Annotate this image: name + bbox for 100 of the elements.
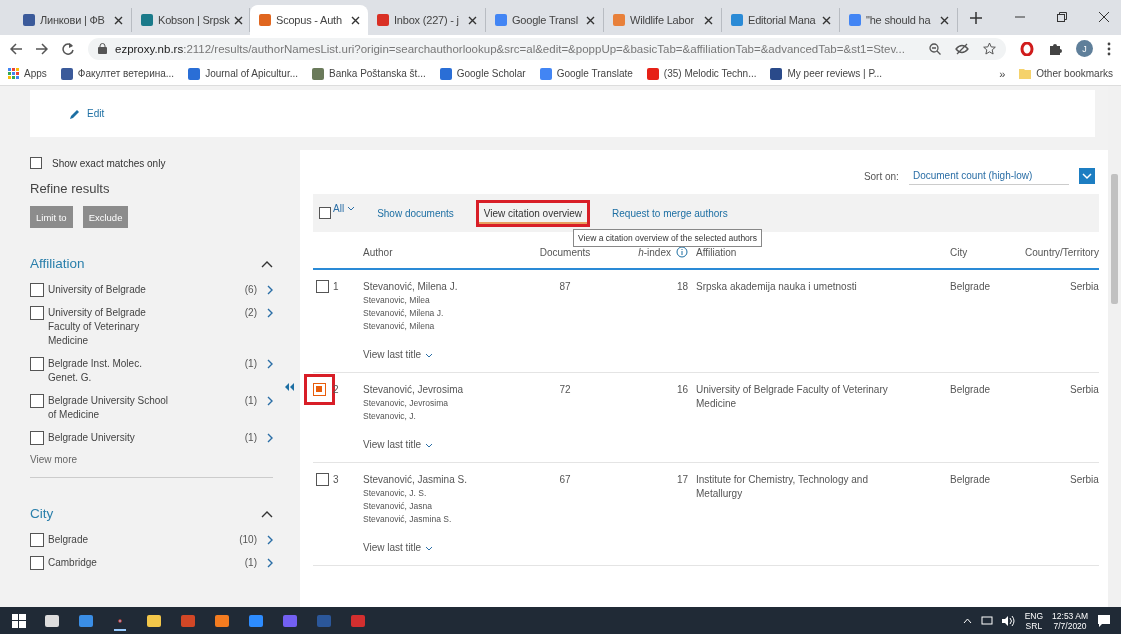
author-name-link[interactable]: Stevanović, Jasmina S. xyxy=(363,473,520,487)
checkbox[interactable] xyxy=(30,394,44,408)
new-tab-icon[interactable] xyxy=(970,12,982,24)
close-icon[interactable] xyxy=(233,15,243,25)
author-name-link[interactable]: Stevanović, Jevrosima xyxy=(363,383,520,397)
windows-logo-icon[interactable] xyxy=(12,614,26,628)
row-checkbox[interactable] xyxy=(313,383,326,396)
video-call-icon[interactable] xyxy=(248,613,264,629)
browser-tab[interactable]: "he should ha xyxy=(840,8,958,32)
forward-icon[interactable] xyxy=(36,42,48,55)
column-header[interactable]: h-index xyxy=(610,246,688,258)
facet-option[interactable]: Belgrade xyxy=(48,533,174,547)
select-all-checkbox[interactable] xyxy=(319,207,331,219)
bookmark[interactable]: My peer reviews | P... xyxy=(770,67,883,80)
facet-title[interactable]: City xyxy=(30,506,54,521)
column-header[interactable]: City xyxy=(950,246,1025,258)
facet-option[interactable]: University of Belgrade Faculty of Veterinary Medicine xyxy=(48,306,174,348)
network-icon[interactable] xyxy=(980,616,993,626)
clock[interactable]: 12:53 AM 7/7/2020 xyxy=(1052,611,1088,631)
browser-tab[interactable]: Scopus - Auth xyxy=(250,5,368,35)
bookmark[interactable]: Google Scholar xyxy=(439,67,526,80)
row-checkbox[interactable] xyxy=(316,280,329,293)
more-icon[interactable] xyxy=(1107,41,1111,56)
browser-tab[interactable]: Google Transl xyxy=(486,8,604,32)
pdf-app-icon[interactable] xyxy=(350,613,366,629)
chevron-right-icon[interactable] xyxy=(267,433,273,443)
action-link[interactable]: Show documents xyxy=(371,203,460,223)
edit-link[interactable]: Edit xyxy=(70,108,105,119)
info-icon[interactable] xyxy=(676,246,688,258)
close-icon[interactable] xyxy=(468,15,477,25)
chevron-right-icon[interactable] xyxy=(267,285,273,295)
chevron-up-icon[interactable] xyxy=(261,509,273,518)
bookmark[interactable]: Other bookmarks xyxy=(1019,68,1113,79)
o-logo-icon[interactable] xyxy=(1020,41,1034,56)
chevron-right-icon[interactable] xyxy=(267,359,273,369)
chevron-right-icon[interactable] xyxy=(267,308,273,318)
close-icon[interactable] xyxy=(586,15,595,25)
action-link[interactable]: View citation overview xyxy=(475,199,591,227)
close-icon[interactable] xyxy=(351,15,360,25)
close-icon[interactable] xyxy=(704,15,713,25)
facet-option[interactable]: Cambridge xyxy=(48,556,174,570)
browser-tab[interactable]: Inbox (227) - j xyxy=(368,8,486,32)
checkbox[interactable] xyxy=(30,357,44,371)
select-all-dropdown[interactable]: All xyxy=(333,203,356,214)
facet-option[interactable]: Belgrade Inst. Molec. Genet. G. xyxy=(48,357,174,385)
checkbox[interactable] xyxy=(30,306,44,320)
checkbox[interactable] xyxy=(30,556,44,570)
bookmark[interactable]: Факултет ветерина... xyxy=(60,67,175,80)
puzzle-icon[interactable] xyxy=(1048,41,1062,56)
language-indicator[interactable]: ENG SRL xyxy=(1024,611,1044,631)
chevron-right-icon[interactable] xyxy=(267,558,273,568)
phone-app-icon[interactable] xyxy=(282,613,298,629)
app-icon[interactable] xyxy=(214,613,230,629)
zoom-icon[interactable] xyxy=(929,42,941,55)
column-header[interactable]: Documents xyxy=(520,246,610,258)
bookmark[interactable]: Journal of Apicultur... xyxy=(188,67,298,80)
checkbox[interactable] xyxy=(30,431,44,445)
back-icon[interactable] xyxy=(10,42,22,55)
chevron-right-icon[interactable] xyxy=(267,535,273,545)
author-name-link[interactable]: Stevanović, Milena J. xyxy=(363,280,520,294)
close-icon[interactable] xyxy=(822,15,831,25)
app-icon[interactable] xyxy=(78,613,94,629)
profile-avatar[interactable]: J xyxy=(1076,40,1093,57)
view-last-title-toggle[interactable]: View last title xyxy=(363,348,520,362)
restore-icon[interactable] xyxy=(1057,12,1067,22)
checkbox[interactable] xyxy=(30,533,44,547)
browser-tab[interactable]: Editorial Mana xyxy=(722,8,840,32)
facet-option[interactable]: Belgrade University School of Medicine xyxy=(48,394,174,422)
facet-option[interactable]: Belgrade University xyxy=(48,431,174,445)
reload-icon[interactable] xyxy=(62,42,74,55)
speaker-icon[interactable] xyxy=(1001,616,1016,626)
column-header[interactable]: Author xyxy=(363,246,520,258)
bookmark[interactable]: Banka Poštanska št... xyxy=(312,67,426,80)
view-last-title-toggle[interactable]: View last title xyxy=(363,541,520,555)
collapse-icon[interactable] xyxy=(285,383,294,391)
checkbox[interactable] xyxy=(30,283,44,297)
slides-app-icon[interactable] xyxy=(180,613,196,629)
column-header[interactable]: Affiliation xyxy=(688,246,950,258)
chevron-up-icon[interactable] xyxy=(261,259,273,268)
view-more-link[interactable]: View more xyxy=(30,454,285,465)
star-icon[interactable] xyxy=(983,42,996,55)
browser-tab[interactable]: Wildlife Labor xyxy=(604,8,722,32)
bookmark[interactable]: (35) Melodic Techn... xyxy=(646,67,757,80)
sort-dropdown[interactable]: Document count (high-low) xyxy=(908,167,1069,185)
notification-icon[interactable] xyxy=(1097,614,1111,628)
chevron-right-icon[interactable] xyxy=(267,396,273,406)
browser-tab[interactable]: Kobson | Srpsk xyxy=(132,8,250,32)
action-link[interactable]: Request to merge authors xyxy=(606,203,734,223)
dropdown-icon[interactable] xyxy=(1078,168,1095,184)
row-checkbox[interactable] xyxy=(316,473,329,486)
close-icon[interactable] xyxy=(1099,12,1109,22)
task-view-icon[interactable] xyxy=(44,613,60,629)
eye-slash-icon[interactable] xyxy=(955,42,969,55)
facet-title[interactable]: Affiliation xyxy=(30,256,85,271)
address-bar[interactable]: ezproxy.nb.rs:2112/results/authorNamesList.uri?origin=searchauthorlookup&src=al&edit=&poppUp=&basicTab=&affiliationTab=&advancedTab=&st1=Stev... xyxy=(88,37,1006,60)
browser-tab[interactable]: Линкови | ФВ xyxy=(14,8,132,32)
checkbox[interactable] xyxy=(30,157,42,169)
bookmark[interactable]: Apps xyxy=(8,68,47,79)
column-header[interactable]: Country/Territory xyxy=(1025,246,1099,258)
folder-icon[interactable] xyxy=(146,613,162,629)
